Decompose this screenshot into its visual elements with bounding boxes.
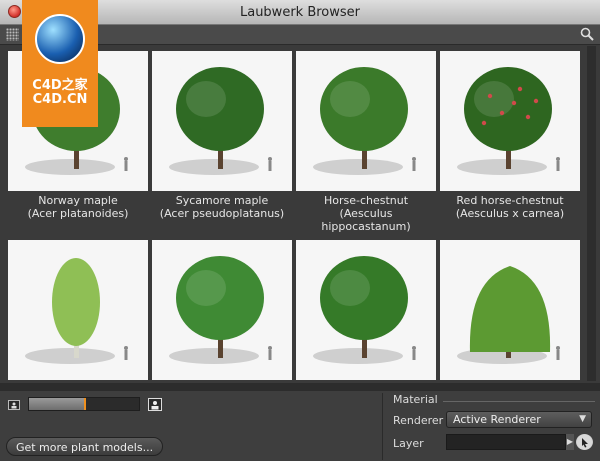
plant-thumbnail[interactable]: English oak xyxy=(296,240,436,381)
slider-handle[interactable] xyxy=(84,398,86,410)
tree-icon xyxy=(313,256,416,364)
plant-latin-name: (Aesculus x carnea) xyxy=(455,207,565,220)
plant-caption: Red horse-chestnut (Aesculus x carnea) xyxy=(440,194,580,220)
tree-icon xyxy=(457,266,560,364)
slider-fill xyxy=(29,398,84,410)
tree-icon xyxy=(457,67,560,175)
layer-label: Layer xyxy=(393,437,424,450)
plant-thumbnail[interactable]: Horse-chestnut (Aesculus hippocastanum) xyxy=(296,51,436,233)
search-icon[interactable] xyxy=(580,27,594,41)
plant-common-name: Horse-chestnut xyxy=(323,194,409,207)
renderer-select[interactable]: Active Renderer ▼ xyxy=(446,411,592,428)
tree-icon xyxy=(313,67,416,175)
small-thumbnail-icon[interactable] xyxy=(8,400,20,410)
cinema4d-logo-icon xyxy=(35,14,85,64)
plant-common-name: Red horse-chestnut xyxy=(456,194,564,207)
plant-common-name: Norway maple xyxy=(38,194,118,207)
logo-text-1: C4D之家 xyxy=(32,78,88,93)
thumbnail-size-slider[interactable] xyxy=(28,397,140,411)
material-heading: Material xyxy=(393,393,438,406)
renderer-select-value: Active Renderer xyxy=(453,413,541,426)
plant-preview-image xyxy=(440,51,580,191)
tree-icon xyxy=(25,258,128,364)
plant-preview-image xyxy=(152,51,292,191)
plant-caption: Sycamore maple (Acer pseudoplatanus) xyxy=(152,194,292,220)
horizontal-scrollbar[interactable] xyxy=(0,383,600,391)
plant-thumbnail[interactable]: Red horse-chestnut (Aesculus x carnea) xyxy=(440,51,580,220)
logo-text-2: C4D.CN xyxy=(32,92,88,107)
tree-icon xyxy=(169,256,272,364)
renderer-label: Renderer xyxy=(393,414,444,427)
plant-thumbnail[interactable]: Silver birch xyxy=(8,240,148,381)
pick-layer-icon[interactable] xyxy=(576,434,593,450)
plant-preview-image xyxy=(152,240,292,380)
watermark-logo: C4D之家 C4D.CN xyxy=(22,0,98,127)
plant-common-name: Sycamore maple xyxy=(175,194,269,207)
plant-preview-image xyxy=(296,240,436,380)
plant-thumbnail[interactable]: Sycamore maple (Acer pseudoplatanus) xyxy=(152,51,292,220)
plant-preview-image xyxy=(440,240,580,380)
plant-preview-image xyxy=(296,51,436,191)
plant-preview-image xyxy=(8,240,148,380)
large-thumbnail-icon[interactable] xyxy=(148,398,162,411)
vertical-scrollbar[interactable] xyxy=(587,46,596,381)
layer-field[interactable] xyxy=(446,434,566,450)
plant-thumbnail[interactable]: Sweetgum xyxy=(152,240,292,381)
material-panel: Material Renderer Active Renderer ▼ Laye… xyxy=(382,393,600,460)
get-more-plants-button[interactable]: Get more plant models... xyxy=(6,437,163,456)
plant-latin-name: (Aesculus hippocastanum) xyxy=(321,207,411,233)
chevron-down-icon: ▼ xyxy=(579,414,586,424)
layer-arrow-icon[interactable]: ▶ xyxy=(566,434,574,450)
plant-latin-name: (Acer platanoides) xyxy=(27,207,129,220)
material-divider xyxy=(443,401,595,402)
tree-icon xyxy=(169,67,272,175)
plant-latin-name: (Acer pseudoplatanus) xyxy=(159,207,285,220)
grid-view-icon[interactable] xyxy=(6,28,19,41)
plant-caption: Horse-chestnut (Aesculus hippocastanum) xyxy=(296,194,436,233)
plant-caption: Norway maple (Acer platanoides) xyxy=(8,194,148,220)
plant-thumbnail[interactable]: Weeping willow xyxy=(440,240,580,381)
